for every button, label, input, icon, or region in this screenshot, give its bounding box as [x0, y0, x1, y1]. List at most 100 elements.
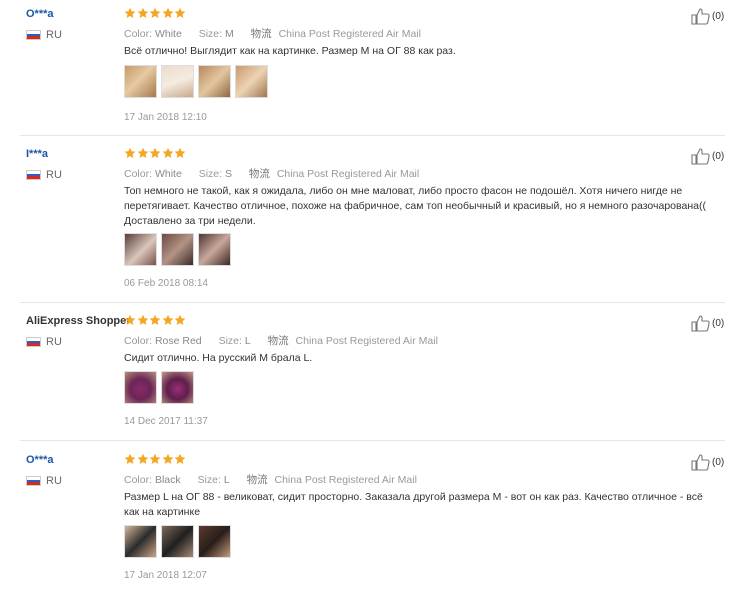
- star-icon: [124, 453, 136, 464]
- review-text: Всё отлично! Выглядит как на картинке. Р…: [124, 45, 456, 57]
- thumbs-up-icon: [691, 454, 710, 471]
- shipping-label: 物流: [246, 474, 268, 486]
- star-icon: [162, 147, 173, 158]
- russia-flag-icon: [26, 476, 41, 486]
- helpful-button[interactable]: (0): [691, 315, 724, 332]
- shipping-label: 物流: [250, 28, 272, 40]
- review-item: AliExpress Shopper RU Color: Rose Red Si…: [0, 307, 750, 440]
- review-photo[interactable]: [198, 233, 231, 266]
- review-photo[interactable]: [198, 65, 231, 98]
- helpful-button[interactable]: (0): [691, 8, 724, 25]
- reviewer-name[interactable]: O***a: [26, 8, 54, 20]
- shipping-label: 物流: [248, 168, 270, 180]
- review-photo[interactable]: [161, 65, 194, 98]
- star-icon: [124, 147, 136, 158]
- size-value: M: [224, 28, 234, 40]
- thumbs-up-icon: [691, 315, 710, 332]
- star-icon: [174, 453, 186, 464]
- review-photos: [124, 65, 268, 98]
- color-value: Rose Red: [154, 335, 202, 347]
- color-value: Black: [154, 474, 181, 486]
- color-label: Color:: [124, 335, 153, 347]
- helpful-button[interactable]: (0): [691, 454, 724, 471]
- star-icon: [149, 314, 161, 325]
- order-info: Color: White Size: S 物流 China Post Regis…: [124, 166, 419, 181]
- size-label: Size:: [198, 168, 223, 180]
- review-item: I***a RU Color: White Size: S 物流 China P…: [0, 140, 750, 302]
- country-code: RU: [46, 169, 62, 181]
- review-date: 17 Jan 2018 12:07: [124, 570, 207, 581]
- review-photo[interactable]: [161, 525, 194, 558]
- russia-flag-icon: [26, 30, 41, 40]
- review-date: 17 Jan 2018 12:10: [124, 112, 207, 123]
- color-value: White: [154, 168, 182, 180]
- russia-flag-icon: [26, 337, 41, 347]
- review-item: O***a RU Color: White Size: M 物流 China P…: [0, 0, 750, 135]
- divider: [20, 135, 725, 136]
- review-photos: [124, 233, 231, 266]
- country-code: RU: [46, 336, 62, 348]
- star-icon: [149, 7, 161, 18]
- review-item: O***a RU Color: Black Size: L 物流 China P…: [0, 446, 750, 591]
- russia-flag-icon: [26, 170, 41, 180]
- star-icon: [149, 147, 161, 158]
- size-label: Size:: [218, 335, 242, 347]
- order-info: Color: Black Size: L 物流 China Post Regis…: [124, 472, 417, 487]
- reviewer-country: RU: [26, 336, 62, 348]
- review-photo[interactable]: [124, 525, 157, 558]
- reviewer-country: RU: [26, 475, 62, 487]
- thumbs-up-icon: [691, 148, 710, 165]
- review-photo[interactable]: [161, 371, 194, 404]
- reviewer-name: AliExpress Shopper: [26, 315, 131, 327]
- size-value: L: [244, 335, 251, 347]
- star-icon: [162, 453, 173, 464]
- helpful-count: (0): [712, 318, 725, 329]
- size-value: L: [223, 474, 230, 486]
- star-icon: [137, 314, 148, 325]
- thumbs-up-icon: [691, 8, 710, 25]
- review-photo[interactable]: [161, 233, 194, 266]
- shipping-label: 物流: [267, 335, 289, 347]
- reviewer-country: RU: [26, 169, 62, 181]
- star-icon: [174, 7, 186, 18]
- star-rating: [124, 453, 187, 465]
- star-icon: [149, 453, 161, 464]
- review-photo[interactable]: [124, 233, 157, 266]
- size-label: Size:: [197, 474, 221, 486]
- country-code: RU: [46, 29, 62, 41]
- shipping-method: China Post Registered Air Mail: [276, 168, 420, 180]
- review-text: Размер L на ОГ 88 - великоват, сидит про…: [124, 491, 703, 518]
- review-photo[interactable]: [124, 371, 157, 404]
- star-icon: [174, 147, 186, 158]
- color-label: Color:: [124, 28, 153, 40]
- order-info: Color: Rose Red Size: L 物流 China Post Re…: [124, 333, 438, 348]
- helpful-button[interactable]: (0): [691, 148, 724, 165]
- star-icon: [137, 453, 148, 464]
- color-value: White: [154, 28, 182, 40]
- shipping-method: China Post Registered Air Mail: [274, 474, 417, 486]
- review-photo[interactable]: [235, 65, 268, 98]
- review-photo[interactable]: [198, 525, 231, 558]
- reviewer-name[interactable]: O***a: [26, 454, 54, 466]
- star-icon: [162, 314, 173, 325]
- divider: [20, 440, 725, 441]
- shipping-method: China Post Registered Air Mail: [278, 28, 421, 40]
- review-date: 06 Feb 2018 08:14: [124, 278, 208, 289]
- helpful-count: (0): [712, 457, 725, 468]
- divider: [20, 302, 725, 303]
- color-label: Color:: [124, 168, 153, 180]
- review-photos: [124, 525, 231, 558]
- star-rating: [124, 147, 187, 159]
- helpful-count: (0): [712, 11, 725, 22]
- review-photos: [124, 371, 194, 404]
- review-text: Сидит отлично. На русский M брала L.: [124, 352, 313, 364]
- reviewer-name[interactable]: I***a: [26, 148, 48, 160]
- order-info: Color: White Size: M 物流 China Post Regis…: [124, 26, 421, 41]
- shipping-method: China Post Registered Air Mail: [295, 335, 438, 347]
- star-icon: [137, 147, 148, 158]
- review-photo[interactable]: [124, 65, 157, 98]
- size-value: S: [224, 168, 232, 180]
- reviewer-country: RU: [26, 29, 62, 41]
- star-icon: [137, 7, 148, 18]
- color-label: Color:: [124, 474, 153, 486]
